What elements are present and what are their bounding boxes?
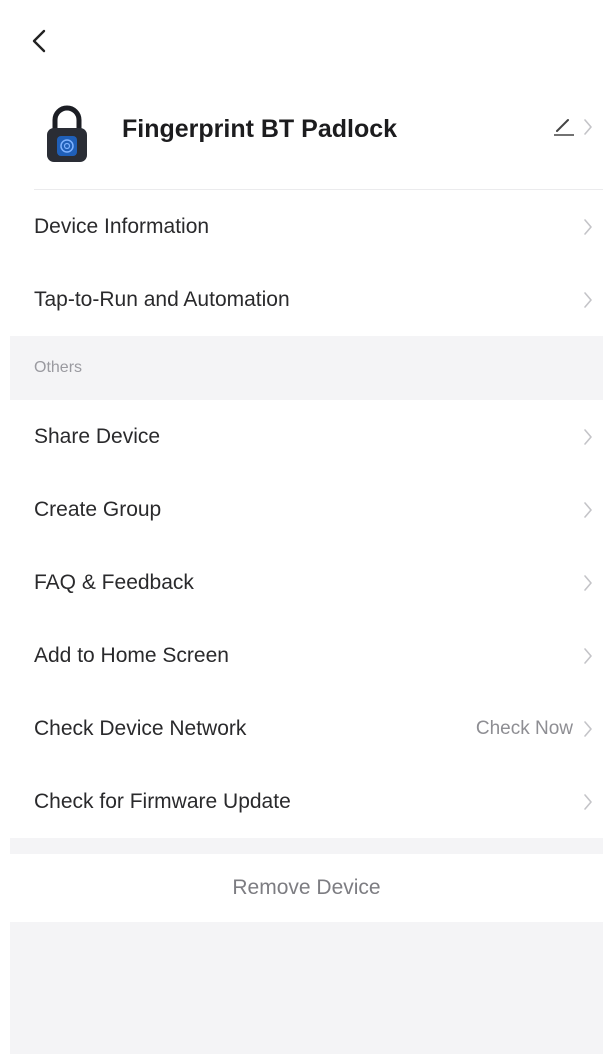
pencil-icon [554, 119, 574, 136]
check-now-link[interactable]: Check Now [476, 718, 573, 740]
device-information-row[interactable]: Device Information [10, 190, 603, 263]
row-label: Check for Firmware Update [34, 789, 291, 813]
chevron-right-icon [584, 793, 592, 810]
chevron-right-icon [584, 501, 592, 518]
row-label: Tap-to-Run and Automation [34, 287, 290, 311]
device-name: Fingerprint BT Padlock [122, 115, 398, 143]
row-label: Add to Home Screen [34, 643, 229, 667]
share-device-row[interactable]: Share Device [10, 400, 603, 473]
section-title: Others [34, 359, 83, 376]
device-options-group: Device Information Tap-to-Run and Automa… [10, 190, 603, 336]
check-device-network-row[interactable]: Check Device Network Check Now [10, 692, 603, 765]
remove-device-button[interactable]: Remove Device [10, 854, 603, 922]
chevron-right-icon [584, 291, 592, 308]
chevron-right-icon [584, 647, 592, 664]
chevron-left-icon[interactable] [28, 26, 52, 56]
tap-to-run-automation-row[interactable]: Tap-to-Run and Automation [10, 263, 603, 336]
check-firmware-update-row[interactable]: Check for Firmware Update [10, 765, 603, 838]
faq-feedback-row[interactable]: FAQ & Feedback [10, 546, 603, 619]
row-label: Share Device [34, 424, 161, 448]
device-settings-screen: Fingerprint BT Padlock Device Informatio… [10, 10, 603, 1054]
chevron-right-icon [584, 428, 592, 445]
chevron-right-icon [584, 720, 592, 737]
add-to-home-screen-row[interactable]: Add to Home Screen [10, 619, 603, 692]
row-label: FAQ & Feedback [34, 570, 194, 594]
create-group-row[interactable]: Create Group [10, 473, 603, 546]
section-gap [10, 838, 603, 854]
others-group: Share Device Create Group FAQ & Feedback [10, 400, 603, 838]
others-section-header: Others [10, 336, 603, 400]
top-bar [10, 10, 603, 70]
edit-name-control[interactable] [553, 118, 593, 136]
device-header[interactable]: Fingerprint BT Padlock [10, 70, 603, 190]
chevron-right-icon [584, 574, 592, 591]
chevron-right-icon [584, 119, 592, 135]
row-label: Check Device Network [34, 716, 247, 740]
remove-device-label: Remove Device [232, 876, 381, 899]
row-label: Device Information [34, 214, 210, 238]
padlock-icon [47, 105, 87, 162]
row-label: Create Group [34, 497, 162, 521]
chevron-right-icon [584, 218, 592, 235]
